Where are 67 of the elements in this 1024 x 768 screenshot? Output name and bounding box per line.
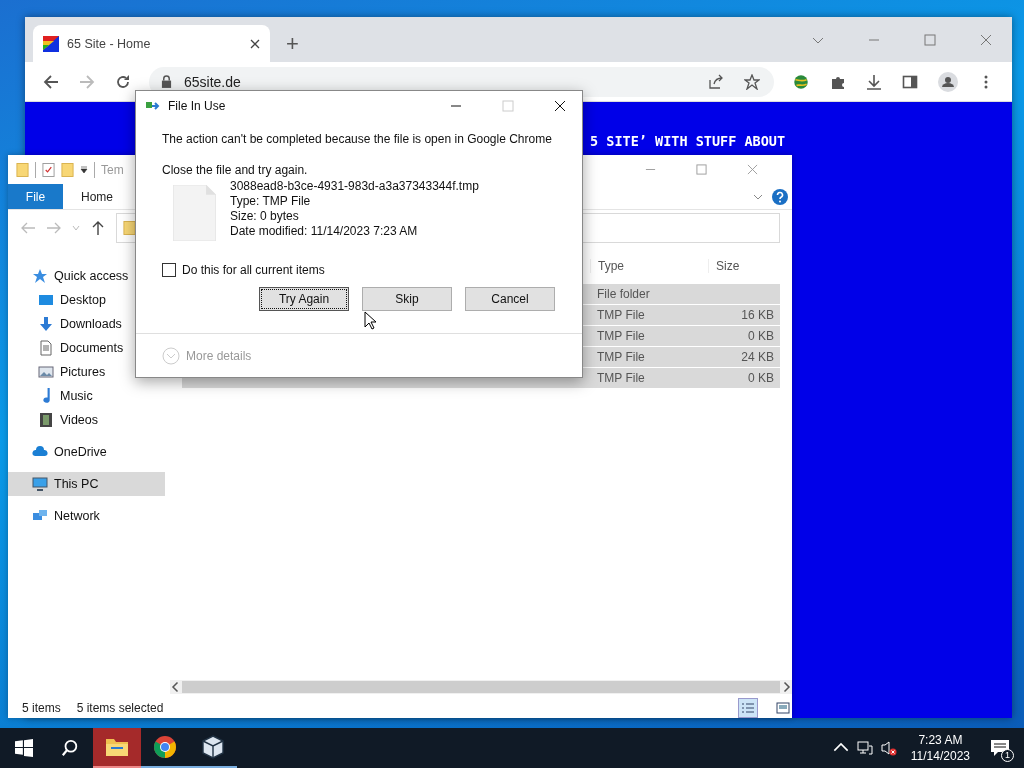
size-cell-text: 0 KB (747, 329, 774, 343)
type-cell-text: File folder (596, 287, 651, 301)
column-header[interactable]: Type (590, 259, 708, 273)
cube-icon (201, 735, 225, 759)
ribbon-tab[interactable]: Home (63, 184, 131, 209)
sidebar-item[interactable]: Music (14, 384, 165, 408)
blank-file-icon (173, 185, 216, 241)
clock-time[interactable]: 7:23 AM (918, 732, 963, 748)
monitor-icon (32, 476, 48, 492)
sidebar-item[interactable]: This PC (8, 472, 165, 496)
dropdown-caret-icon[interactable] (80, 165, 88, 174)
picture-icon (38, 364, 54, 380)
checkbox-label: Do this for all current items (182, 263, 325, 277)
close-icon[interactable] (250, 38, 260, 49)
new-tab-button[interactable]: + (286, 32, 299, 56)
help-icon[interactable] (772, 188, 788, 205)
size-cell-text: 0 KB (747, 371, 774, 385)
up-arrow-icon[interactable] (90, 220, 106, 236)
lock-icon (161, 75, 172, 88)
size-cell-text: 16 KB (740, 308, 774, 322)
clock-date[interactable]: 11/14/2023 (910, 748, 970, 764)
file-detail: Size: 0 bytes (230, 209, 300, 224)
window-title: Tem (101, 162, 124, 177)
properties-icon[interactable] (42, 161, 55, 178)
type-cell-text: TMP File (596, 371, 646, 385)
maximize-icon (502, 100, 514, 112)
down-arrow-icon (38, 316, 54, 332)
sidebar-item[interactable]: Videos (14, 408, 165, 432)
sidebar-item[interactable]: Network (8, 504, 165, 528)
file-detail: Date modified: 11/14/2023 7:23 AM (230, 224, 419, 239)
type-cell-text: TMP File (596, 308, 646, 322)
size-cell-text: 24 KB (740, 350, 774, 364)
file-name: 3088ead8-b3ce-4931-983d-a3a37343344f.tmp (230, 179, 479, 194)
column-header[interactable]: Size (708, 259, 826, 273)
instruction-text: Close the file and try again. (162, 163, 309, 177)
sidebar-item[interactable]: OneDrive (8, 440, 165, 464)
type-cell-text: TMP File (596, 329, 646, 343)
speech-bubble-icon (990, 738, 1010, 758)
rainbow-favicon (43, 35, 59, 52)
desktop-icon (38, 292, 54, 308)
page-heading: 5 SITE’ WITH STUFF ABOUT (590, 133, 786, 149)
film-icon (38, 412, 54, 428)
horizontal-scrollbar[interactable] (170, 680, 792, 694)
scrollbar-thumb[interactable] (182, 681, 780, 693)
error-message: The action can't be completed because the file is open in Google Chrome (162, 132, 553, 146)
folder-icon (123, 220, 136, 236)
notification-button[interactable]: 1 (980, 728, 1020, 768)
dialog-button[interactable]: Skip (362, 287, 452, 311)
browser-tab[interactable]: 65 Site - Home (33, 25, 270, 62)
close-icon[interactable] (554, 100, 566, 112)
mouse-cursor-icon (364, 311, 376, 330)
type-cell-text: TMP File (596, 350, 646, 364)
selection-count: 5 items selected (76, 701, 164, 715)
star-icon (32, 268, 48, 284)
dialog-button[interactable]: Try Again (259, 287, 349, 311)
file-move-icon (146, 100, 162, 112)
thumbnail-view-icon[interactable] (774, 699, 792, 717)
music-note-icon (42, 388, 51, 404)
document-icon (38, 340, 54, 356)
chrome-logo-icon (153, 735, 177, 759)
file-detail: Type: TMP File (230, 194, 312, 209)
notification-count: 1 (1001, 749, 1014, 762)
ribbon-tab[interactable]: File (8, 184, 63, 209)
dialog-title: File In Use (168, 99, 226, 113)
checkbox[interactable] (162, 263, 176, 277)
item-count: 5 items (22, 701, 61, 715)
dialog-button[interactable]: Cancel (465, 287, 555, 311)
